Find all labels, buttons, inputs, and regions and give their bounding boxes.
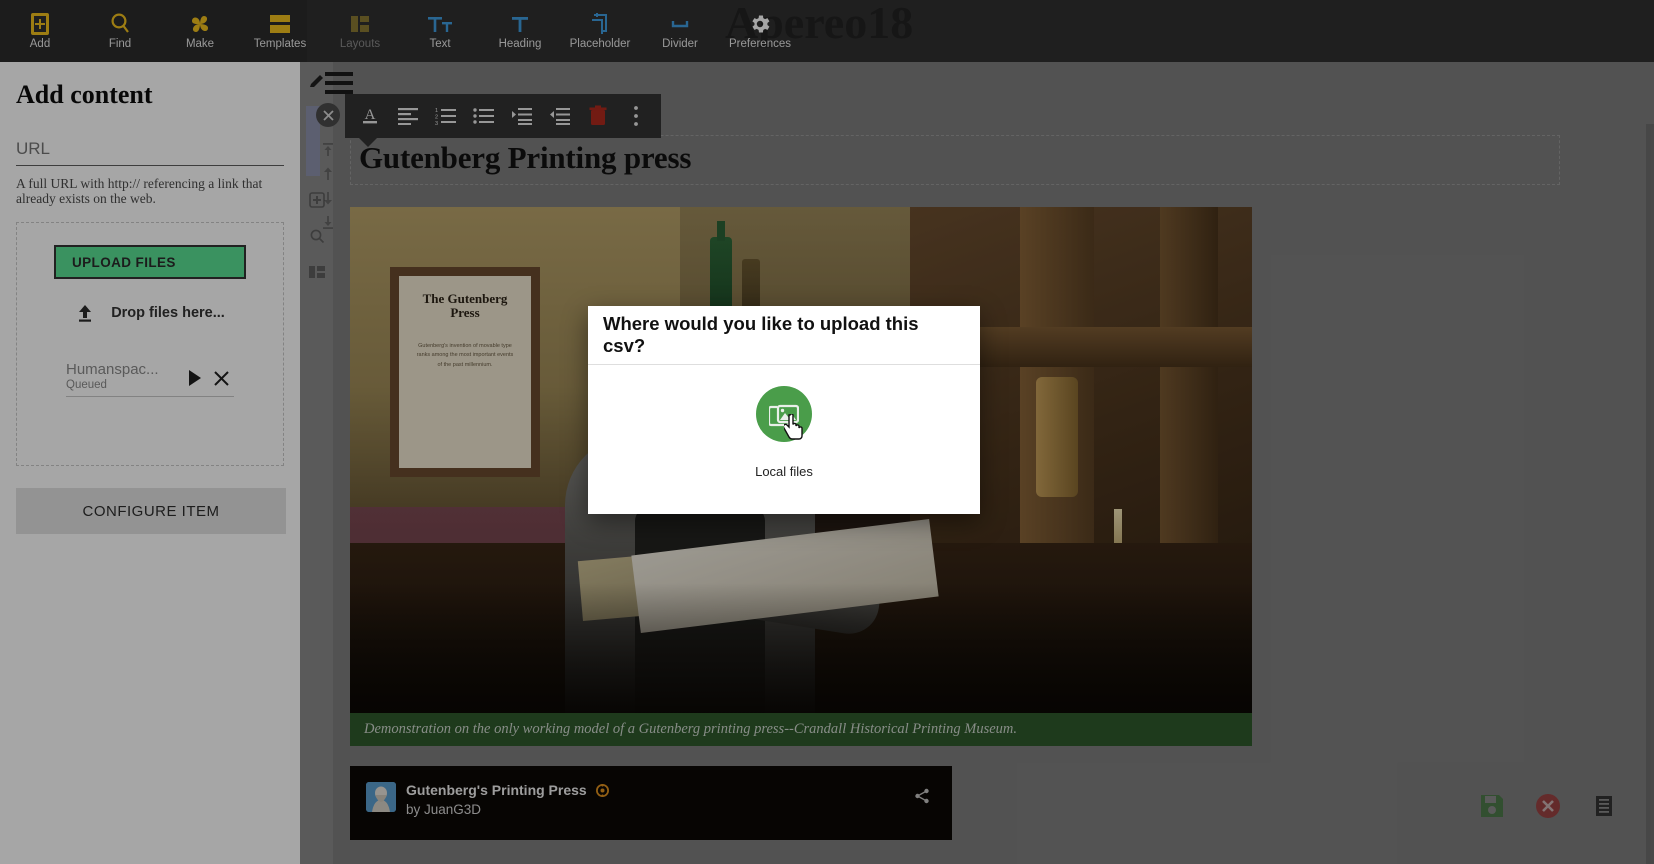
modal-body: Local files <box>588 365 980 479</box>
local-files-label: Local files <box>755 464 813 479</box>
upload-destination-modal: Where would you like to upload this csv? <box>588 306 980 514</box>
modal-title: Where would you like to upload this csv? <box>603 313 919 356</box>
local-files-option[interactable]: Local files <box>755 386 813 479</box>
app-root: Apereo18 Add Find Make Templates Layouts… <box>0 0 1654 864</box>
modal-header: Where would you like to upload this csv? <box>588 306 980 365</box>
photo-library-icon[interactable] <box>756 386 812 442</box>
